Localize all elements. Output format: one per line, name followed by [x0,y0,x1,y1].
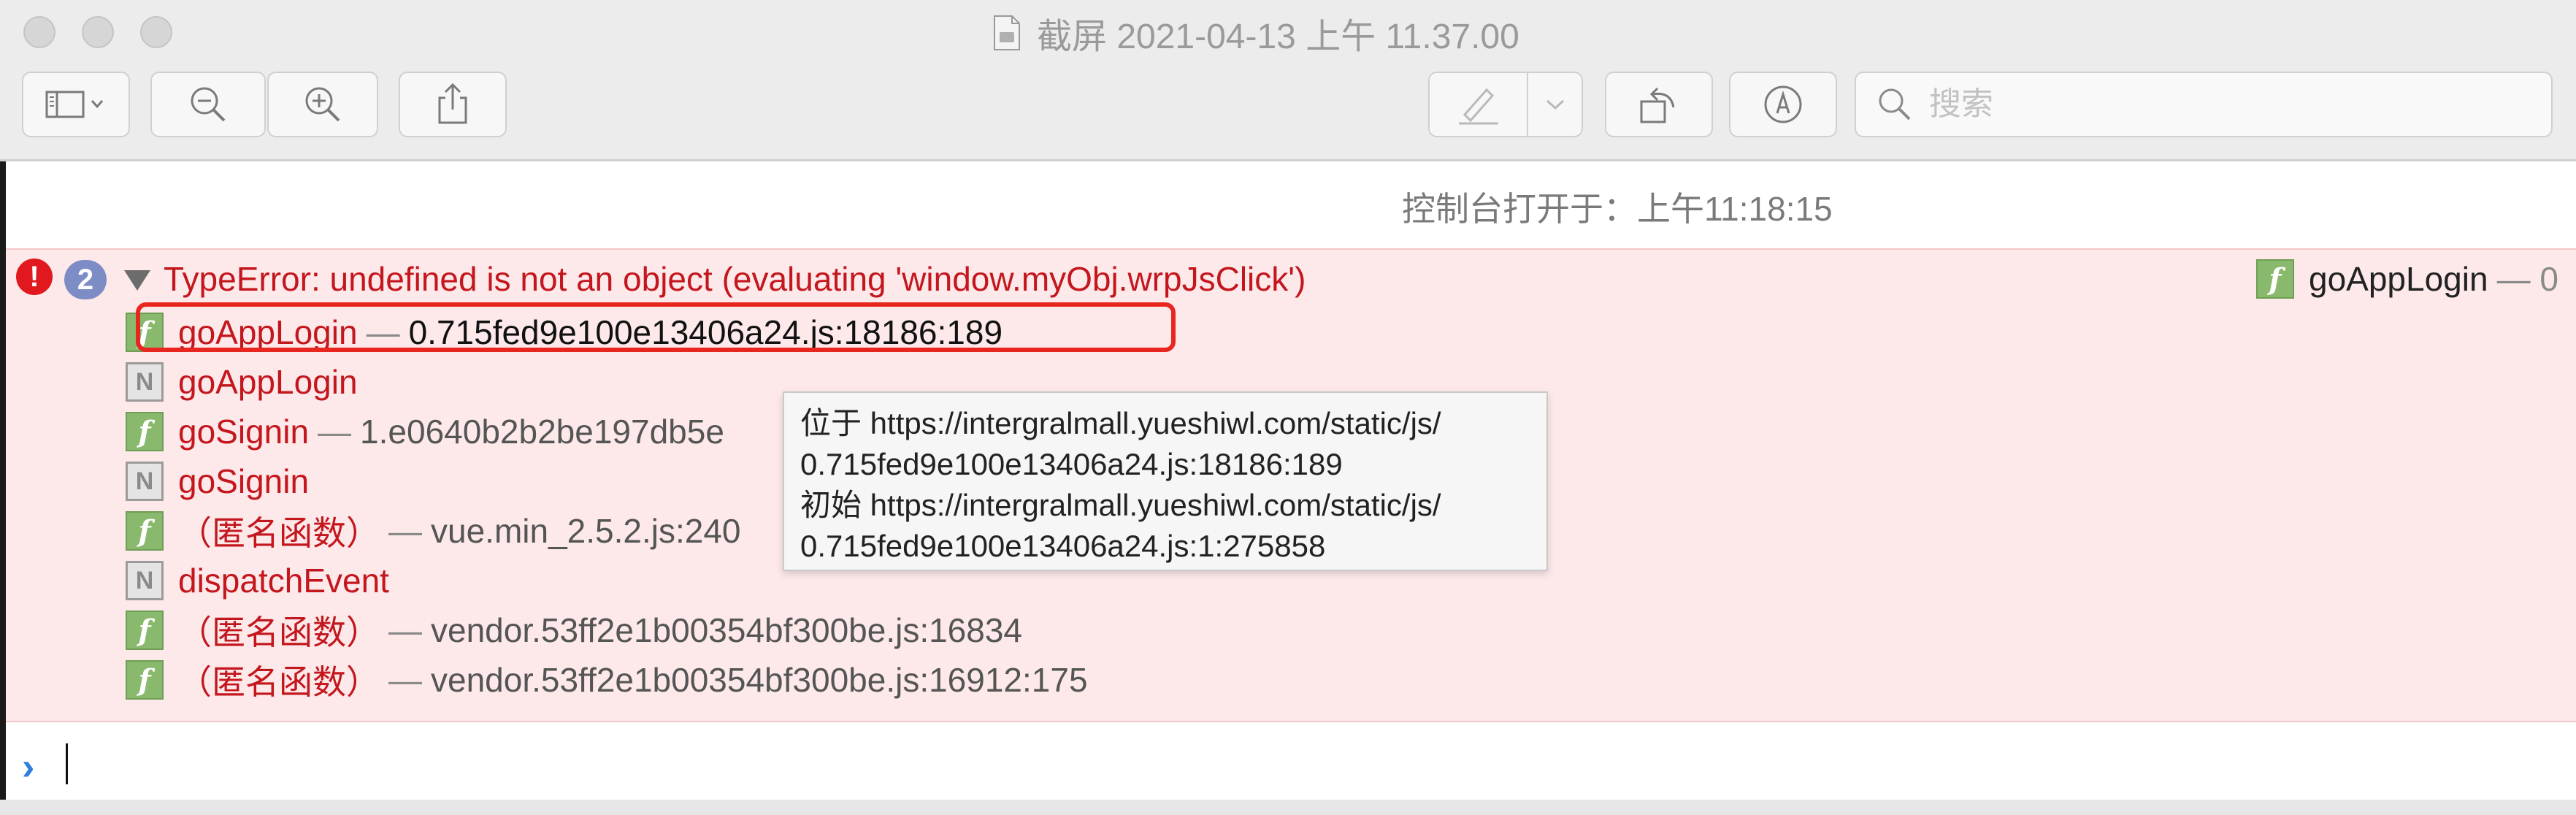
frame-function-name: （匿名函数） [178,663,380,701]
native-code-icon: N [126,362,164,402]
frame-dash: — [388,611,422,649]
annotation-highlight-box [136,302,1176,352]
search-input[interactable] [1928,85,2485,123]
console-input-caret[interactable] [66,743,68,784]
stack-frame[interactable]: N goSignin [126,459,309,504]
search-icon [1879,88,1911,120]
error-icon: ! [16,259,53,295]
rotate-left-icon [1640,87,1675,123]
frame-function-name: goAppLogin [178,363,358,401]
error-source-dash: — 0 [2496,260,2558,298]
frame-dash: — [388,512,422,550]
markup-pen-control[interactable] [1428,72,1583,137]
frame-source-location[interactable]: vendor.53ff2e1b00354bf300be.js:16834 [431,611,1022,650]
error-count-badge: 2 [64,260,107,299]
function-icon: f [126,611,164,650]
frame-function-name: dispatchEvent [178,562,389,600]
stack-frame[interactable]: f （匿名函数） — vendor.53ff2e1b00354bf300be.j… [126,657,1088,703]
frame-dash: — [318,413,352,451]
zoom-out-button[interactable] [150,72,266,137]
search-field[interactable] [1855,72,2553,137]
error-source-link[interactable]: f goAppLogin — 0 [2256,259,2567,299]
window-title: 截屏 2021-04-13 上午 11.37.00 [993,7,1519,58]
native-code-icon: N [126,462,164,501]
zoom-out-icon [191,87,226,122]
stack-frame[interactable]: N dispatchEvent [126,558,389,603]
frame-function-name: （匿名函数） [178,613,380,651]
frame-function-name: （匿名函数） [178,514,380,552]
tooltip-line: 位于 https://intergralmall.yueshiwl.com/st… [800,406,1441,440]
share-icon [438,83,467,124]
function-icon: f [126,660,164,700]
tooltip-line: 0.715fed9e100e13406a24.js:18186:189 [800,447,1343,481]
frame-source-location[interactable]: 1.e0640b2b2be197db5e [360,412,724,451]
frame-source-location[interactable]: vue.min_2.5.2.js:240 [431,511,741,551]
markup-icon [1764,85,1802,123]
stack-frame[interactable]: f goSignin — 1.e0640b2b2be197db5e [126,409,724,454]
stack-frame[interactable]: f （匿名函数） — vue.min_2.5.2.js:240 [126,508,741,554]
zoom-window-button[interactable] [140,16,172,48]
rotate-button[interactable] [1605,72,1713,137]
source-location-tooltip: 位于 https://intergralmall.yueshiwl.com/st… [783,391,1548,571]
left-edge-bar [0,161,6,815]
console-prompt-icon: › [22,746,35,788]
stack-frame[interactable]: N goAppLogin [126,359,358,405]
document-icon [994,15,1020,50]
native-code-icon: N [126,561,164,600]
frame-source-location[interactable]: vendor.53ff2e1b00354bf300be.js:16912:175 [431,660,1088,700]
stack-frame[interactable]: f （匿名函数） — vendor.53ff2e1b00354bf300be.j… [126,608,1022,653]
tooltip-line: 0.715fed9e100e13406a24.js:1:275858 [800,529,1326,563]
disclosure-triangle-icon[interactable] [124,270,150,291]
sidebar-icon [45,91,104,118]
sidebar-toggle-button[interactable] [22,72,130,137]
share-button[interactable] [399,72,507,137]
function-icon: f [2256,259,2294,299]
function-icon: f [126,511,164,551]
error-source-function: goAppLogin [2309,260,2488,298]
bottom-edge [0,800,2576,815]
chevron-down-icon [1546,99,1564,110]
tooltip-line: 初始 https://intergralmall.yueshiwl.com/st… [800,488,1441,522]
zoom-in-icon [305,87,340,122]
zoom-in-button[interactable] [267,72,378,137]
window-title-text: 截屏 2021-04-13 上午 11.37.00 [1037,18,1519,56]
window-toolbar: 截屏 2021-04-13 上午 11.37.00 [0,0,2576,161]
function-icon: f [126,412,164,451]
frame-function-name: goSignin [178,462,310,500]
close-window-button[interactable] [23,16,55,48]
minimize-window-button[interactable] [82,16,114,48]
frame-dash: — [388,661,422,699]
markup-toolbar-button[interactable] [1729,72,1837,137]
console-opened-timestamp: 控制台打开于：上午11:18:15 [1402,190,1833,228]
markup-pen-button[interactable] [1430,73,1529,136]
markup-dropdown-button[interactable] [1528,73,1582,136]
pen-icon [1458,88,1498,125]
frame-function-name: goSignin [178,413,310,451]
error-message-text[interactable]: TypeError: undefined is not an object (e… [164,259,1306,299]
